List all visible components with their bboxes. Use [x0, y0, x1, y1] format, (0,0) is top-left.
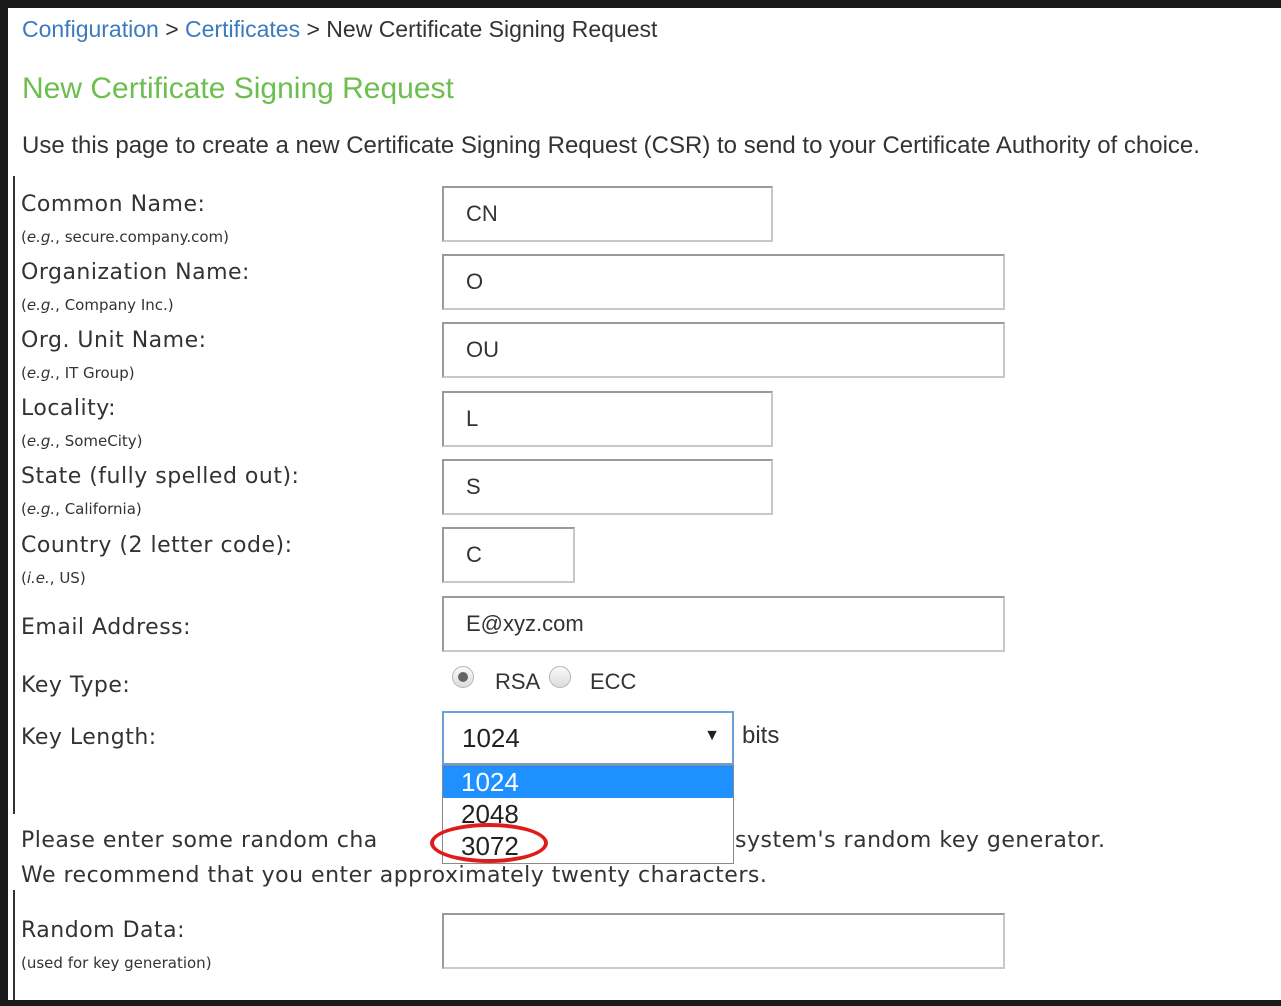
breadcrumb-current: New Certificate Signing Request [326, 16, 658, 42]
random-data-input[interactable] [442, 913, 1005, 969]
random-data-label: Random Data: [21, 918, 186, 943]
email-input[interactable]: E@xyz.com [442, 596, 1005, 652]
breadcrumb-separator: > [165, 16, 179, 42]
random-hint-line1-start: Please enter some random cha [21, 828, 378, 853]
key-length-unit: bits [742, 722, 780, 749]
state-input[interactable]: S [442, 459, 773, 515]
key-type-rsa-label[interactable]: RSA [495, 669, 540, 695]
page-title: New Certificate Signing Request [22, 72, 454, 105]
key-type-label: Key Type: [21, 673, 131, 698]
page-description: Use this page to create a new Certificat… [22, 132, 1200, 159]
state-example: (e.g., California) [21, 500, 142, 518]
breadcrumb-link-configuration[interactable]: Configuration [22, 16, 159, 42]
common-name-label: Common Name: [21, 192, 206, 217]
key-length-select[interactable]: 1024 ▼ [442, 711, 734, 765]
random-hint-line2: We recommend that you enter approximatel… [21, 863, 768, 888]
random-data-example: (used for key generation) [21, 954, 212, 972]
state-label: State (fully spelled out): [21, 464, 300, 489]
email-label: Email Address: [21, 615, 192, 640]
locality-example: (e.g., SomeCity) [21, 432, 143, 450]
country-input[interactable]: C [442, 527, 575, 583]
key-length-option-1024[interactable]: 1024 [443, 766, 733, 798]
org-unit-input[interactable]: OU [442, 322, 1005, 378]
breadcrumb-separator: > [306, 16, 320, 42]
organization-name-label: Organization Name: [21, 260, 250, 285]
breadcrumb: Configuration > Certificates > New Certi… [22, 16, 657, 43]
country-example: (i.e., US) [21, 569, 86, 587]
org-unit-example: (e.g., IT Group) [21, 364, 135, 382]
dropdown-arrow-icon[interactable]: ▼ [704, 727, 720, 745]
random-hint-line1-end: system's random key generator. [735, 828, 1106, 853]
organization-name-input[interactable]: O [442, 254, 1005, 310]
breadcrumb-link-certificates[interactable]: Certificates [185, 16, 300, 42]
locality-input[interactable]: L [442, 391, 773, 447]
org-unit-label: Org. Unit Name: [21, 328, 207, 353]
form-divider [13, 176, 15, 814]
radio-selected-dot [458, 672, 468, 682]
country-label: Country (2 letter code): [21, 533, 293, 558]
form-divider [13, 890, 15, 1000]
key-length-selected-value: 1024 [462, 723, 520, 753]
key-type-rsa-radio[interactable] [452, 666, 474, 688]
key-type-ecc-radio[interactable] [549, 666, 571, 688]
locality-label: Locality: [21, 396, 117, 421]
common-name-input[interactable]: CN [442, 186, 773, 242]
key-type-ecc-label[interactable]: ECC [590, 669, 636, 695]
organization-name-example: (e.g., Company Inc.) [21, 296, 174, 314]
key-length-label: Key Length: [21, 725, 157, 750]
common-name-example: (e.g., secure.company.com) [21, 228, 229, 246]
annotation-circle [430, 823, 548, 863]
